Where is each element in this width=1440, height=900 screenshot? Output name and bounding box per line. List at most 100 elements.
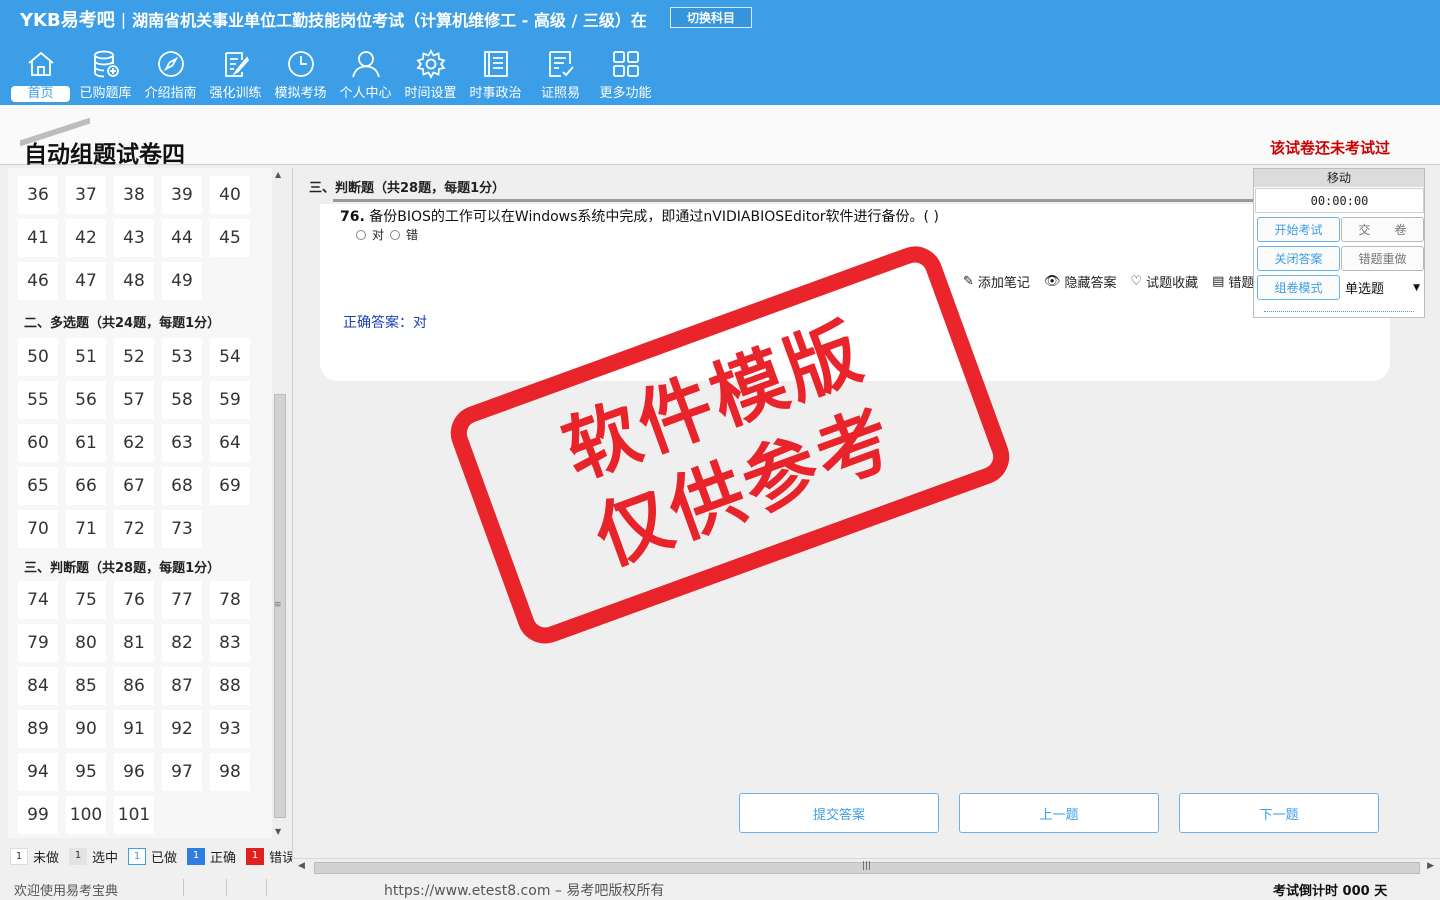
question-number-cell[interactable]: 82 <box>162 624 202 662</box>
question-number-cell[interactable]: 97 <box>162 753 202 791</box>
nav-mock-exam[interactable]: 模拟考场 <box>268 46 333 104</box>
question-number-cell[interactable]: 71 <box>66 510 106 548</box>
question-number-cell[interactable]: 46 <box>18 262 58 300</box>
question-number-cell[interactable]: 40 <box>210 176 250 214</box>
question-number-cell[interactable]: 45 <box>210 219 250 257</box>
hide-answer-button[interactable]: 👁 隐藏答案 <box>1044 272 1117 291</box>
scroll-down-arrow[interactable]: ▼ <box>275 827 281 836</box>
question-number-cell[interactable]: 41 <box>18 219 58 257</box>
question-number-cell[interactable]: 59 <box>210 381 250 419</box>
question-number-cell[interactable]: 49 <box>162 262 202 300</box>
question-number-cell[interactable]: 80 <box>66 624 106 662</box>
option-true-label[interactable]: 对 <box>372 226 384 243</box>
question-number-cell[interactable]: 85 <box>66 667 106 705</box>
question-type-select[interactable]: 单选题 ▼ <box>1341 275 1424 300</box>
nav-time-settings[interactable]: 时间设置 <box>398 46 463 104</box>
question-number-cell[interactable]: 58 <box>162 381 202 419</box>
question-number-cell[interactable]: 60 <box>18 424 58 462</box>
question-number-cell[interactable]: 62 <box>114 424 154 462</box>
question-number-cell[interactable]: 78 <box>210 581 250 619</box>
question-number-cell[interactable]: 72 <box>114 510 154 548</box>
question-number-cell[interactable]: 57 <box>114 381 154 419</box>
question-number-cell[interactable]: 89 <box>18 710 58 748</box>
hand-in-button[interactable]: 交 卷 <box>1341 217 1424 242</box>
question-number-cell[interactable]: 98 <box>210 753 250 791</box>
add-note-button[interactable]: ✎ 添加笔记 <box>963 272 1030 291</box>
question-number-cell[interactable]: 91 <box>114 710 154 748</box>
next-question-button[interactable]: 下一题 <box>1179 793 1379 833</box>
nav-training[interactable]: 强化训练 <box>203 46 268 104</box>
question-number-cell[interactable]: 90 <box>66 710 106 748</box>
favorite-button[interactable]: ♡ 试题收藏 <box>1130 272 1198 291</box>
option-true-radio[interactable] <box>356 229 366 240</box>
scroll-up-arrow[interactable]: ▲ <box>275 170 281 179</box>
switch-subject-button[interactable]: 切换科目 <box>670 7 752 28</box>
question-number-cell[interactable]: 70 <box>18 510 58 548</box>
question-number-cell[interactable]: 94 <box>18 753 58 791</box>
start-exam-button[interactable]: 开始考试 <box>1257 217 1340 242</box>
wrong-set-button[interactable]: ▤ 错题 <box>1212 272 1254 291</box>
question-number-cell[interactable]: 84 <box>18 667 58 705</box>
question-number-cell[interactable]: 36 <box>18 176 58 214</box>
question-number-cell[interactable]: 101 <box>114 796 154 834</box>
question-number-cell[interactable]: 93 <box>210 710 250 748</box>
question-number-cell[interactable]: 55 <box>18 381 58 419</box>
question-number-cell[interactable]: 76 <box>114 581 154 619</box>
question-number-cell[interactable]: 54 <box>210 338 250 376</box>
question-number-cell[interactable]: 69 <box>210 467 250 505</box>
question-number-cell[interactable]: 63 <box>162 424 202 462</box>
question-number-cell[interactable]: 52 <box>114 338 154 376</box>
question-number-cell[interactable]: 79 <box>18 624 58 662</box>
question-number-cell[interactable]: 100 <box>66 796 106 834</box>
question-number-cell[interactable]: 42 <box>66 219 106 257</box>
question-number-cell[interactable]: 37 <box>66 176 106 214</box>
question-number-cell[interactable]: 92 <box>162 710 202 748</box>
nav-certificates[interactable]: 证照易 <box>528 46 593 104</box>
prev-question-button[interactable]: 上一题 <box>959 793 1159 833</box>
question-number-cell[interactable]: 95 <box>66 753 106 791</box>
question-number-cell[interactable]: 61 <box>66 424 106 462</box>
question-number-cell[interactable]: 44 <box>162 219 202 257</box>
question-number-cell[interactable]: 56 <box>66 381 106 419</box>
question-number-cell[interactable]: 43 <box>114 219 154 257</box>
nav-more[interactable]: 更多功能 <box>593 46 658 104</box>
nav-guide[interactable]: 介绍指南 <box>138 46 203 104</box>
question-number-cell[interactable]: 64 <box>210 424 250 462</box>
question-number-cell[interactable]: 77 <box>162 581 202 619</box>
question-number-cell[interactable]: 53 <box>162 338 202 376</box>
move-handle[interactable]: 移动 <box>1254 169 1424 187</box>
option-false-label[interactable]: 错 <box>406 226 418 243</box>
question-number-cell[interactable]: 88 <box>210 667 250 705</box>
question-number-cell[interactable]: 47 <box>66 262 106 300</box>
nav-purchased-banks[interactable]: 已购题库 <box>73 46 138 104</box>
question-number-cell[interactable]: 87 <box>162 667 202 705</box>
compose-mode-button[interactable]: 组卷模式 <box>1257 275 1340 300</box>
scroll-right-arrow[interactable]: ▶ <box>1427 861 1434 871</box>
question-number-cell[interactable]: 74 <box>18 581 58 619</box>
question-number-cell[interactable]: 68 <box>162 467 202 505</box>
option-false-radio[interactable] <box>390 229 401 240</box>
submit-answer-button[interactable]: 提交答案 <box>739 793 939 833</box>
redo-wrong-button[interactable]: 错题重做 <box>1341 246 1424 271</box>
question-number-cell[interactable]: 66 <box>66 467 106 505</box>
nav-current-affairs[interactable]: 时事政治 <box>463 46 528 104</box>
nav-personal-center[interactable]: 个人中心 <box>333 46 398 104</box>
question-number-cell[interactable]: 75 <box>66 581 106 619</box>
question-number-cell[interactable]: 39 <box>162 176 202 214</box>
horizontal-scrollbar[interactable]: ◀ ||| ▶ <box>292 858 1440 876</box>
scroll-left-arrow[interactable]: ◀ <box>298 861 305 871</box>
question-number-cell[interactable]: 96 <box>114 753 154 791</box>
question-number-cell[interactable]: 86 <box>114 667 154 705</box>
close-answer-button[interactable]: 关闭答案 <box>1257 246 1340 271</box>
question-number-cell[interactable]: 67 <box>114 467 154 505</box>
question-number-cell[interactable]: 83 <box>210 624 250 662</box>
question-number-cell[interactable]: 48 <box>114 262 154 300</box>
navigator-scrollbar[interactable]: ▲ ≡ ▼ <box>272 168 288 838</box>
question-number-cell[interactable]: 38 <box>114 176 154 214</box>
question-number-cell[interactable]: 50 <box>18 338 58 376</box>
question-number-cell[interactable]: 73 <box>162 510 202 548</box>
question-number-cell[interactable]: 51 <box>66 338 106 376</box>
question-number-cell[interactable]: 99 <box>18 796 58 834</box>
nav-home[interactable]: 首页 <box>8 46 73 104</box>
question-number-cell[interactable]: 65 <box>18 467 58 505</box>
